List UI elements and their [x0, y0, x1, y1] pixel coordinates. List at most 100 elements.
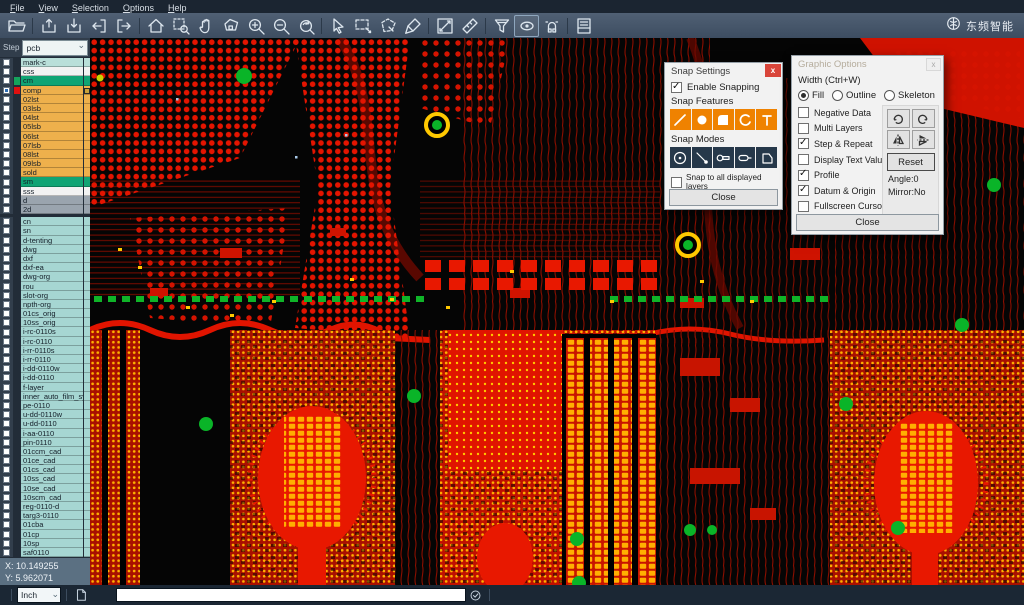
snap-pad-icon[interactable]	[692, 109, 713, 130]
checkbox[interactable]	[798, 154, 809, 165]
layer-row-i-rc-0110s[interactable]: i-rc-0110s	[0, 327, 90, 336]
layer-visibility-checkbox[interactable]	[0, 76, 13, 85]
layer-row-i-rc-0110[interactable]: i-rc-0110	[0, 337, 90, 346]
layer-row-pin-0110[interactable]: pin-0110	[0, 438, 90, 447]
layer-row-01cs_cad[interactable]: 01cs_cad	[0, 465, 90, 474]
layer-visibility-checkbox[interactable]	[0, 309, 13, 318]
layer-row-mark-c[interactable]: mark-c	[0, 58, 90, 67]
unit-dropdown[interactable]: Inch ⌄	[17, 587, 61, 603]
eye-icon[interactable]	[514, 15, 539, 37]
layer-visibility-checkbox[interactable]	[0, 539, 13, 548]
checkbox[interactable]	[798, 201, 809, 212]
layer-visibility-checkbox[interactable]	[0, 58, 13, 67]
layer-visibility-checkbox[interactable]	[0, 95, 13, 104]
layer-visibility-checkbox[interactable]	[0, 447, 13, 456]
layer-row-07lsb[interactable]: 07lsb	[0, 141, 90, 150]
layer-visibility-checkbox[interactable]	[0, 410, 13, 419]
layer-row-d-tenting[interactable]: d-tenting	[0, 236, 90, 245]
layer-row-sm[interactable]: sm	[0, 177, 90, 186]
measure-icon[interactable]	[432, 15, 457, 37]
snap-text-icon[interactable]	[756, 109, 777, 130]
zoom-previous-icon[interactable]	[293, 15, 318, 37]
home-icon[interactable]	[143, 15, 168, 37]
snap-center-icon[interactable]	[670, 147, 691, 168]
layer-visibility-checkbox[interactable]	[0, 141, 13, 150]
zoom-in-icon[interactable]	[243, 15, 268, 37]
radio-fill[interactable]: Fill	[798, 90, 824, 101]
layer-row-f-layer[interactable]: f-layer	[0, 383, 90, 392]
brush-icon[interactable]	[400, 15, 425, 37]
select-arrow-icon[interactable]	[325, 15, 350, 37]
new-sheet-icon[interactable]	[72, 587, 90, 603]
layer-row-u-dd-0110w[interactable]: u-dd-0110w	[0, 410, 90, 419]
radio-outline[interactable]: Outline	[832, 90, 876, 101]
layer-visibility-checkbox[interactable]	[0, 530, 13, 539]
zoom-out-icon[interactable]	[268, 15, 293, 37]
snap-close-button[interactable]: Close	[669, 189, 778, 206]
apply-command-icon[interactable]	[466, 587, 484, 603]
pan-hand-icon[interactable]	[193, 15, 218, 37]
layer-row-09lsb[interactable]: 09lsb	[0, 159, 90, 168]
layer-visibility-checkbox[interactable]	[0, 177, 13, 186]
layer-visibility-checkbox[interactable]	[0, 113, 13, 122]
option-fullscreen-cursor[interactable]: Fullscreen Cursor	[792, 199, 886, 215]
layer-visibility-checkbox[interactable]	[0, 355, 13, 364]
layer-row-slot-org[interactable]: slot-org	[0, 291, 90, 300]
enable-snapping-checkbox[interactable]	[671, 82, 682, 93]
layer-row-i-dd-0110w[interactable]: i-dd-0110w	[0, 364, 90, 373]
layer-row-reg-0110-d[interactable]: reg-0110-d	[0, 502, 90, 511]
layer-visibility-checkbox[interactable]	[0, 429, 13, 438]
layer-row-08lst[interactable]: 08lst	[0, 150, 90, 159]
layer-row-pe-0110[interactable]: pe-0110	[0, 401, 90, 410]
layer-visibility-checkbox[interactable]	[0, 245, 13, 254]
layer-row-03lsb[interactable]: 03lsb	[0, 104, 90, 113]
rotate-ccw-icon[interactable]	[912, 109, 935, 128]
layer-row-cn[interactable]: cn	[0, 217, 90, 226]
layer-visibility-checkbox[interactable]	[0, 226, 13, 235]
snap-all-layers-checkbox[interactable]	[671, 177, 682, 188]
layer-row-targ3-0110[interactable]: targ3-0110	[0, 511, 90, 520]
save-down-icon[interactable]	[61, 15, 86, 37]
reset-button[interactable]: Reset	[887, 153, 935, 171]
step-dropdown[interactable]: pcb ⌄	[22, 40, 88, 56]
snap-surface-icon[interactable]	[713, 109, 734, 130]
snap-line-icon[interactable]	[670, 109, 691, 130]
layer-row-i-rr-0110[interactable]: i-rr-0110	[0, 355, 90, 364]
mirror-vertical-icon[interactable]	[912, 130, 935, 149]
save-up-icon[interactable]	[36, 15, 61, 37]
option-multi-layers[interactable]: Multi Layers	[792, 121, 886, 137]
layer-row-comp[interactable]: comp	[0, 86, 90, 95]
layer-visibility-checkbox[interactable]	[0, 474, 13, 483]
layer-row-npth-org[interactable]: npth-org	[0, 300, 90, 309]
option-display-text-value[interactable]: Display Text Value	[792, 152, 886, 168]
layer-visibility-checkbox[interactable]	[0, 327, 13, 336]
layer-visibility-checkbox[interactable]	[0, 86, 13, 95]
layer-row-01cp[interactable]: 01cp	[0, 530, 90, 539]
layer-visibility-checkbox[interactable]	[0, 168, 13, 177]
layer-visibility-checkbox[interactable]	[0, 122, 13, 131]
layer-visibility-checkbox[interactable]	[0, 282, 13, 291]
layer-row-sold[interactable]: sold	[0, 168, 90, 177]
snap-contour-icon[interactable]	[756, 147, 777, 168]
snap-arc-icon[interactable]	[735, 109, 756, 130]
layer-visibility-checkbox[interactable]	[0, 401, 13, 410]
radio-dot[interactable]	[832, 90, 843, 101]
layer-row-rou[interactable]: rou	[0, 282, 90, 291]
layer-visibility-checkbox[interactable]	[0, 520, 13, 529]
magnet-icon[interactable]	[539, 15, 564, 37]
layer-visibility-checkbox[interactable]	[0, 373, 13, 382]
layer-visibility-checkbox[interactable]	[0, 132, 13, 141]
layer-row-01cs_orig[interactable]: 01cs_orig	[0, 309, 90, 318]
layer-visibility-checkbox[interactable]	[0, 383, 13, 392]
checkbox[interactable]	[798, 185, 809, 196]
layer-visibility-checkbox[interactable]	[0, 263, 13, 272]
layer-visibility-checkbox[interactable]	[0, 346, 13, 355]
layer-row-05lsb[interactable]: 05lsb	[0, 122, 90, 131]
layer-visibility-checkbox[interactable]	[0, 456, 13, 465]
layer-row-dxf[interactable]: dxf	[0, 254, 90, 263]
layer-visibility-checkbox[interactable]	[0, 159, 13, 168]
checkbox[interactable]	[798, 138, 809, 149]
open-folder-icon[interactable]	[4, 15, 29, 37]
layer-visibility-checkbox[interactable]	[0, 196, 13, 205]
layer-visibility-checkbox[interactable]	[0, 502, 13, 511]
